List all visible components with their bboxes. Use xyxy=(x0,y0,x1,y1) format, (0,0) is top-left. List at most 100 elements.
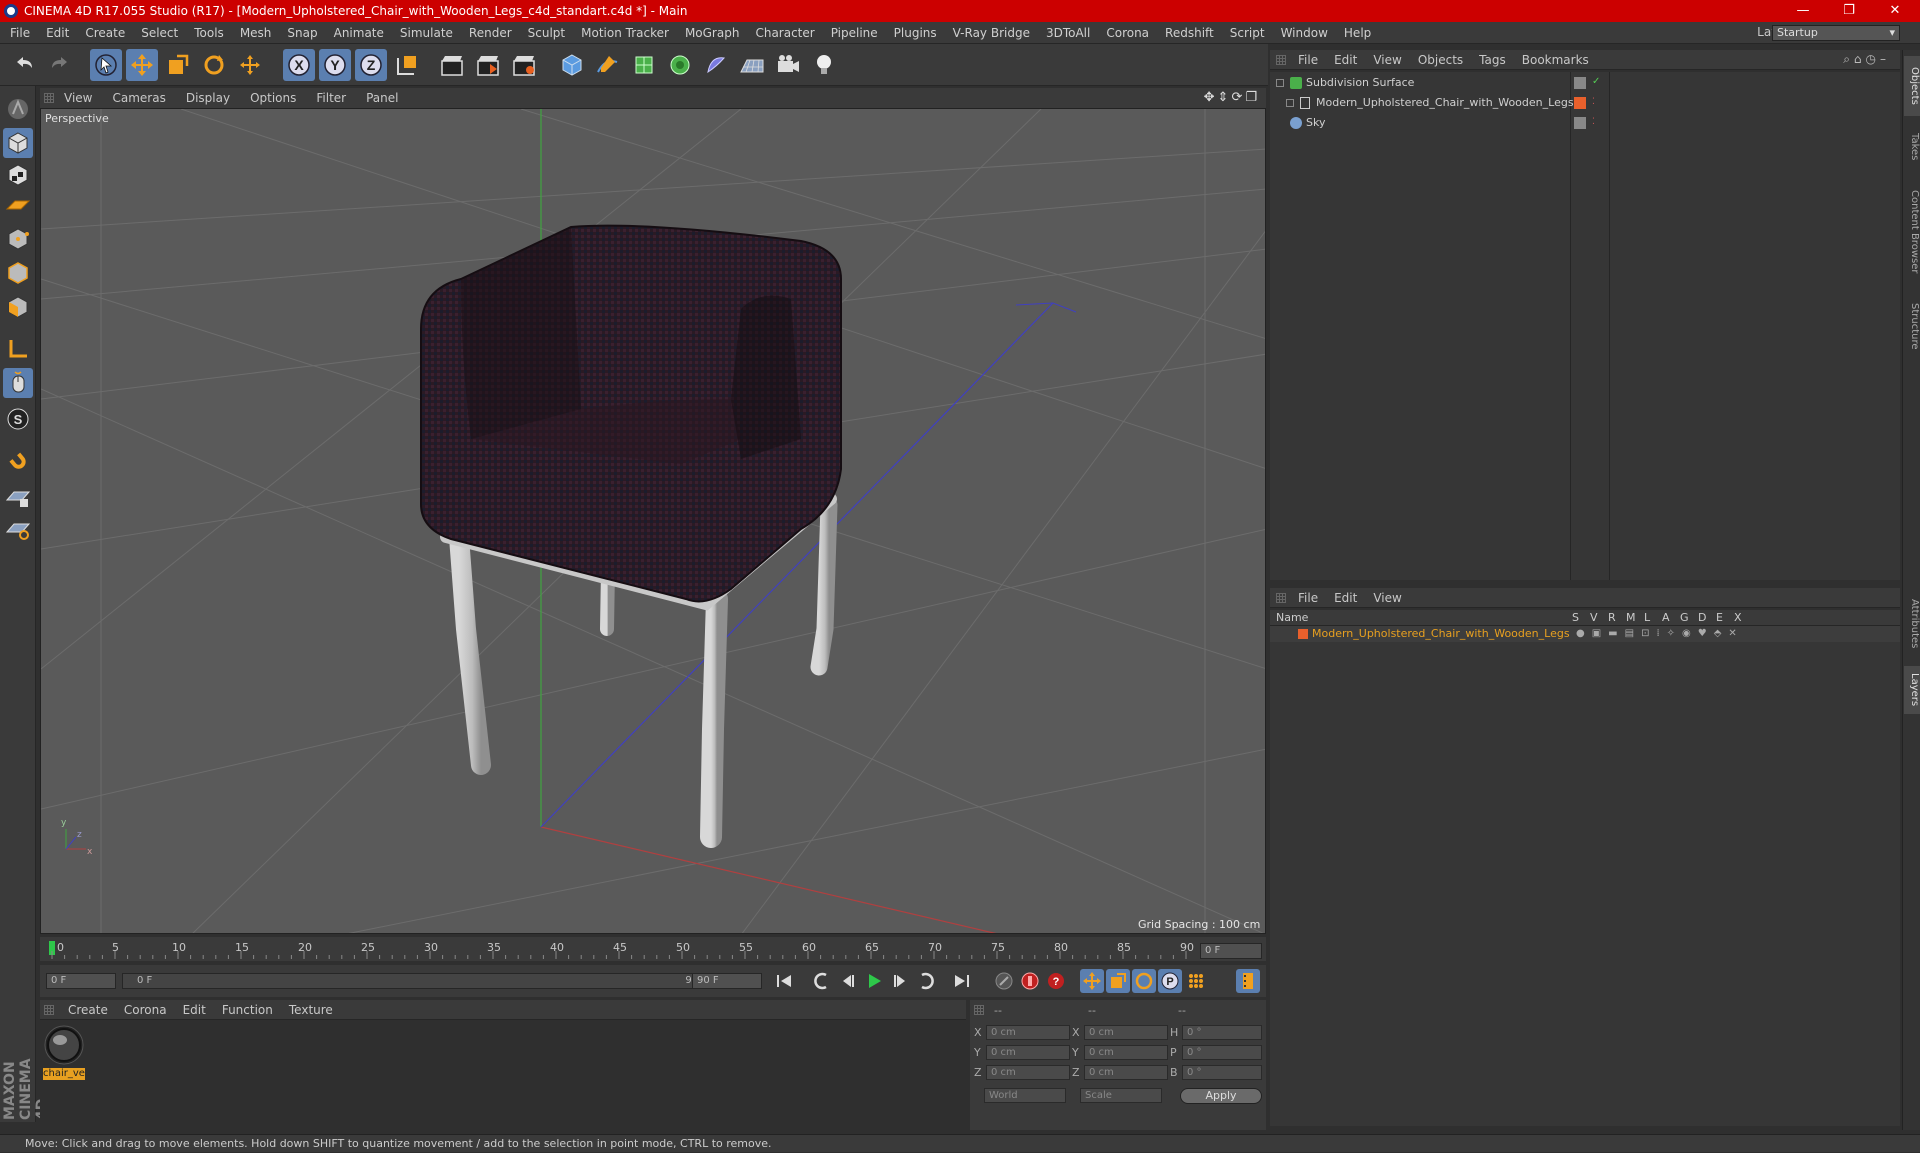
menu-render[interactable]: Render xyxy=(461,26,520,40)
key-position-button[interactable] xyxy=(1080,969,1104,993)
layer-flag-icons[interactable]: ●▣▬▤⊡⁞✧◉♥⬘✕ xyxy=(1576,626,1744,642)
col-deformers[interactable]: D xyxy=(1698,611,1706,624)
next-frame-button[interactable] xyxy=(888,969,912,993)
points-mode-button[interactable] xyxy=(3,224,33,254)
rotate-tool-button[interactable] xyxy=(198,49,230,81)
layer-menu-edit[interactable]: Edit xyxy=(1326,591,1365,605)
menu-character[interactable]: Character xyxy=(747,26,822,40)
subdivision-surface-button[interactable] xyxy=(628,49,660,81)
layer-color-swatch[interactable] xyxy=(1298,629,1308,639)
menu-mograph[interactable]: MoGraph xyxy=(677,26,748,40)
cube-object-button[interactable] xyxy=(556,49,588,81)
menu-tools[interactable]: Tools xyxy=(186,26,232,40)
key-pla-button[interactable] xyxy=(1184,969,1208,993)
col-expressions[interactable]: E xyxy=(1716,611,1723,624)
cloner-button[interactable] xyxy=(664,49,696,81)
material-name-label[interactable]: chair_ve xyxy=(43,1068,85,1080)
menu-edit[interactable]: Edit xyxy=(38,26,77,40)
collapse-icon[interactable] xyxy=(1276,79,1284,87)
maximize-button[interactable]: ❐ xyxy=(1826,0,1872,22)
menu-script[interactable]: Script xyxy=(1222,26,1273,40)
size-x-field[interactable]: 0 cm xyxy=(1084,1025,1168,1040)
frame-range-slider[interactable]: 0 F 90 F xyxy=(122,973,722,989)
tab-takes[interactable]: Takes xyxy=(1904,122,1920,172)
col-render[interactable]: R xyxy=(1608,611,1616,624)
viewport-menu-options[interactable]: Options xyxy=(240,91,306,105)
checkmark-icon[interactable]: ✓ xyxy=(1592,76,1600,87)
menu-simulate[interactable]: Simulate xyxy=(392,26,461,40)
menu-3dtoall[interactable]: 3DToAll xyxy=(1038,26,1098,40)
object-menu-tags[interactable]: Tags xyxy=(1471,53,1514,67)
previous-key-button[interactable] xyxy=(810,969,834,993)
key-parameter-button[interactable]: P xyxy=(1158,969,1182,993)
camera-button[interactable] xyxy=(772,49,804,81)
play-button[interactable] xyxy=(862,969,886,993)
render-settings-button[interactable] xyxy=(508,49,540,81)
render-view-button[interactable] xyxy=(436,49,468,81)
next-key-button[interactable] xyxy=(914,969,938,993)
col-solo[interactable]: S xyxy=(1572,611,1579,624)
menu-file[interactable]: File xyxy=(0,26,38,40)
object-menu-view[interactable]: View xyxy=(1365,53,1409,67)
visibility-dots-icon[interactable]: ⁚ xyxy=(1592,97,1595,107)
rotation-h-field[interactable]: 0 ° xyxy=(1182,1025,1262,1040)
object-menu-bookmarks[interactable]: Bookmarks xyxy=(1514,53,1597,67)
recent-tool-button[interactable] xyxy=(234,49,266,81)
go-to-start-button[interactable] xyxy=(772,969,796,993)
coordinate-mode-select[interactable]: World xyxy=(984,1088,1066,1103)
col-locked[interactable]: L xyxy=(1644,611,1650,624)
layer-row[interactable]: Modern_Upholstered_Chair_with_Wooden_Leg… xyxy=(1270,626,1900,642)
menu-mesh[interactable]: Mesh xyxy=(232,26,280,40)
viewport-menu-display[interactable]: Display xyxy=(176,91,240,105)
object-menu-edit[interactable]: Edit xyxy=(1326,53,1365,67)
menu-vray-bridge[interactable]: V-Ray Bridge xyxy=(945,26,1038,40)
layout-select[interactable]: Startup ▾ xyxy=(1772,25,1900,41)
object-row[interactable]: Subdivision Surface xyxy=(1276,73,1566,93)
move-tool-button[interactable] xyxy=(126,49,158,81)
key-rotation-button[interactable] xyxy=(1132,969,1156,993)
current-frame-field[interactable]: 0 F xyxy=(1200,943,1262,959)
snap-button[interactable]: S xyxy=(3,404,33,434)
tab-content-browser[interactable]: Content Browser xyxy=(1904,176,1920,288)
object-row[interactable]: Sky xyxy=(1276,113,1566,133)
render-to-picture-viewer-button[interactable] xyxy=(472,49,504,81)
end-frame-field[interactable]: 90 F xyxy=(692,973,762,989)
menu-snap[interactable]: Snap xyxy=(279,26,325,40)
layer-name[interactable]: Modern_Upholstered_Chair_with_Wooden_Leg… xyxy=(1312,626,1570,642)
coordinate-system-button[interactable] xyxy=(391,49,423,81)
material-menu-corona[interactable]: Corona xyxy=(116,1003,175,1017)
tab-attributes[interactable]: Attributes xyxy=(1904,588,1920,660)
live-selection-button[interactable] xyxy=(90,49,122,81)
menu-redshift[interactable]: Redshift xyxy=(1157,26,1222,40)
apply-button[interactable]: Apply xyxy=(1180,1088,1262,1104)
tweak-mode-button[interactable] xyxy=(3,368,33,398)
position-x-field[interactable]: 0 cm xyxy=(986,1025,1070,1040)
size-z-field[interactable]: 0 cm xyxy=(1084,1065,1168,1080)
menu-motion-tracker[interactable]: Motion Tracker xyxy=(573,26,677,40)
position-z-field[interactable]: 0 cm xyxy=(986,1065,1070,1080)
size-y-field[interactable]: 0 cm xyxy=(1084,1045,1168,1060)
scale-tool-button[interactable] xyxy=(162,49,194,81)
magnet-button[interactable] xyxy=(3,446,33,476)
expand-icon[interactable] xyxy=(1286,99,1294,107)
menu-animate[interactable]: Animate xyxy=(326,26,392,40)
texture-mode-button[interactable] xyxy=(3,160,33,190)
autokeying-button[interactable] xyxy=(1018,969,1042,993)
object-manager-nav-icons[interactable]: ⌕⌂◷– xyxy=(1843,52,1890,67)
object-menu-objects[interactable]: Objects xyxy=(1410,53,1471,67)
go-to-end-button[interactable] xyxy=(950,969,974,993)
material-menu-edit[interactable]: Edit xyxy=(175,1003,214,1017)
menu-window[interactable]: Window xyxy=(1273,26,1336,40)
viewport-nav-icons[interactable]: ✥⇕⟳❐ xyxy=(1204,90,1260,105)
start-frame-field[interactable]: 0 F xyxy=(46,973,116,989)
floor-button[interactable] xyxy=(736,49,768,81)
record-active-objects-button[interactable] xyxy=(992,969,1016,993)
col-xref[interactable]: X xyxy=(1734,611,1742,624)
material-menu-create[interactable]: Create xyxy=(60,1003,116,1017)
col-name[interactable]: Name xyxy=(1276,611,1308,624)
undo-button[interactable] xyxy=(8,49,40,81)
key-scale-button[interactable] xyxy=(1106,969,1130,993)
visibility-dots-icon[interactable]: ⁚ xyxy=(1592,117,1595,127)
rotation-p-field[interactable]: 0 ° xyxy=(1182,1045,1262,1060)
menu-pipeline[interactable]: Pipeline xyxy=(823,26,886,40)
